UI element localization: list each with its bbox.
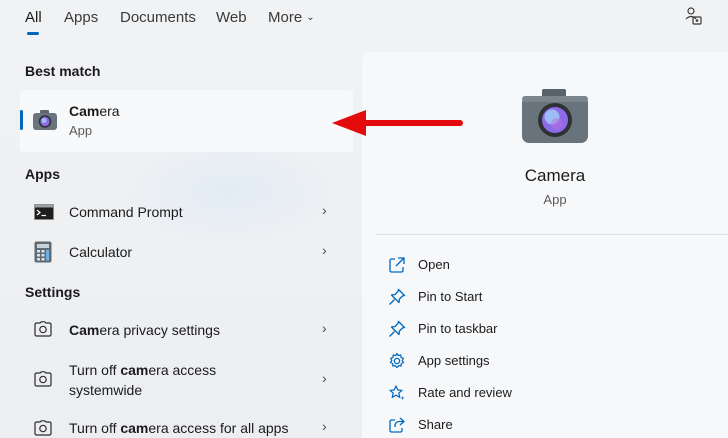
chevron-right-icon[interactable]: › [322, 242, 327, 258]
action-app-settings[interactable]: App settings [388, 352, 688, 372]
setting-result-turn-off-camera-all-apps[interactable]: Turn off camera access for all apps › [20, 410, 353, 438]
share-icon [389, 417, 405, 433]
best-match-title: Camera [69, 103, 120, 119]
calculator-icon [34, 241, 52, 263]
camera-settings-icon [34, 371, 52, 387]
camera-app-large-icon [522, 89, 588, 143]
action-label: Pin to taskbar [418, 321, 498, 336]
detail-title: Camera [524, 166, 586, 185]
tab-more[interactable]: More ⌄ [268, 9, 315, 26]
camera-settings-icon [34, 321, 52, 337]
app-result-calculator[interactable]: Calculator › [20, 232, 353, 272]
chevron-right-icon[interactable]: › [322, 370, 327, 386]
setting-result-camera-privacy[interactable]: Camera privacy settings › [20, 310, 353, 350]
detail-subtitle: App [543, 192, 567, 207]
apps-heading: Apps [25, 166, 60, 182]
label-pre: Turn off [69, 362, 121, 378]
action-share[interactable]: Share [388, 416, 688, 436]
action-label: Pin to Start [418, 289, 483, 304]
tab-more-label: More [268, 9, 303, 26]
label-rest: era privacy settings [99, 322, 220, 338]
chevron-right-icon[interactable]: › [322, 418, 327, 434]
divider [376, 234, 728, 235]
gear-icon [389, 352, 405, 369]
match-highlight: Cam [69, 322, 100, 338]
label-pre: Turn off [69, 420, 121, 436]
setting-label: Turn off camera access for all apps [69, 418, 288, 438]
action-label: Rate and review [418, 385, 512, 400]
action-open[interactable]: Open [388, 256, 688, 276]
tab-apps[interactable]: Apps [64, 9, 98, 26]
search-filter-tabs: All Apps Documents Web More ⌄ [0, 0, 728, 42]
setting-label-line2: systemwide [69, 382, 143, 398]
open-external-icon [389, 257, 405, 273]
match-highlight: cam [120, 420, 149, 436]
camera-settings-icon [34, 420, 52, 436]
app-result-command-prompt[interactable]: Command Prompt › [20, 192, 353, 232]
action-label: Open [418, 257, 450, 272]
setting-result-turn-off-camera-systemwide[interactable]: Turn off camera access systemwide › [20, 356, 353, 404]
app-label: Command Prompt [69, 204, 183, 220]
camera-app-icon [33, 110, 57, 130]
selection-indicator [20, 110, 23, 130]
match-highlight: Cam [69, 103, 100, 119]
setting-label: Camera privacy settings [69, 320, 220, 340]
annotation-arrow-icon [332, 110, 463, 136]
pin-icon [389, 288, 406, 305]
app-label: Calculator [69, 244, 133, 260]
best-match-camera[interactable]: Camera App [20, 90, 353, 152]
chevron-right-icon[interactable]: › [322, 202, 327, 218]
active-tab-indicator [27, 32, 39, 35]
pin-icon [389, 320, 406, 337]
action-pin-to-start[interactable]: Pin to Start [388, 288, 688, 308]
best-match-heading: Best match [25, 63, 101, 79]
command-prompt-icon [34, 204, 54, 220]
label-post: era access for all apps [148, 420, 289, 436]
action-label: Share [418, 417, 453, 432]
best-match-subtitle: App [69, 123, 93, 138]
tab-all[interactable]: All [25, 9, 42, 26]
chevron-right-icon[interactable]: › [322, 320, 327, 336]
title-rest: era [99, 103, 120, 119]
settings-heading: Settings [25, 284, 81, 300]
label-post: era access [148, 362, 217, 378]
action-pin-to-taskbar[interactable]: Pin to taskbar [388, 320, 688, 340]
match-highlight: cam [120, 362, 149, 378]
setting-label-line1: Turn off camera access [69, 360, 216, 380]
action-label: App settings [418, 353, 490, 368]
star-sparkle-icon [389, 385, 405, 400]
tab-documents[interactable]: Documents [120, 9, 196, 26]
action-rate-and-review[interactable]: Rate and review [388, 384, 688, 404]
chevron-down-icon: ⌄ [306, 12, 315, 23]
account-switch-icon[interactable] [683, 6, 703, 26]
tab-web[interactable]: Web [216, 9, 247, 26]
